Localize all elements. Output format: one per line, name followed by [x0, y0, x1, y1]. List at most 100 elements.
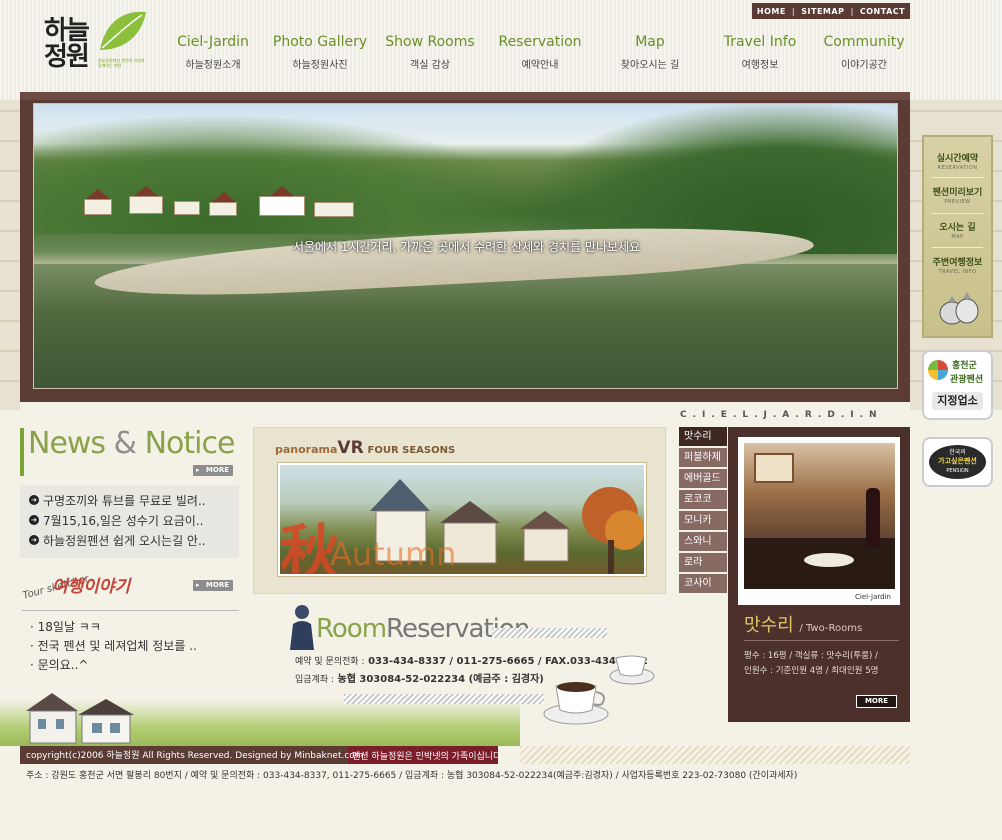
room-list: 맛수리 퍼블하제 에버골드 로코코 모니카 스와니 로라 코사이	[679, 427, 727, 595]
room-item-evergold[interactable]: 에버골드	[679, 469, 727, 488]
banner-frame-top	[20, 92, 910, 100]
banner-roof	[86, 189, 110, 199]
room-name: 맛수리 / Two-Rooms	[744, 611, 862, 637]
reservation-account: 입금계좌 : 농협 303084-52-022234 (예금주 : 김경자)	[295, 670, 544, 685]
list-item[interactable]: 18일날 ㅋㅋ	[30, 618, 197, 637]
room-item-cosy[interactable]: 코사이	[679, 574, 727, 593]
list-item[interactable]: 문의요..^	[30, 656, 197, 675]
badge-text: 관광펜션	[950, 375, 984, 385]
flower-icon	[928, 360, 948, 380]
room-item-laura[interactable]: 로라	[679, 553, 727, 572]
nav-label-ko: 여행정보	[741, 60, 779, 71]
badge-text: 홍천군	[952, 361, 977, 371]
badge-text: 가고싶은펜션	[938, 457, 977, 465]
quick-divider	[932, 247, 983, 248]
news-item-text: 하늘정원펜션 쉽게 오시는길 안..	[43, 533, 206, 548]
nav-item-travel-info[interactable]: Travel Info 여행정보	[705, 34, 815, 71]
arrow-right-icon: ➔	[29, 495, 39, 505]
list-item[interactable]: 전국 펜션 및 레져업체 정보를 ..	[30, 637, 197, 656]
tour-list: 18일날 ㅋㅋ 전국 펜션 및 레져업체 정보를 .. 문의요..^	[30, 618, 197, 675]
nav-label-ko: 이야기공간	[841, 60, 887, 71]
quick-label: 주변여행정보	[932, 258, 983, 268]
quick-item-travel-info[interactable]: 주변여행정보 TRAVEL INFO	[924, 255, 991, 275]
site-logo[interactable]: 하늘정원 하늘정원펜션 천연의 자연과 함께하는 펜션	[40, 10, 160, 85]
home-link[interactable]: HOME	[757, 7, 786, 16]
banner-roof	[134, 186, 158, 196]
footer-stripe	[520, 746, 910, 764]
news-item-text: 구명조끼와 튜브를 무료로 빌려..	[43, 493, 206, 508]
badge-text: 지정업소	[932, 392, 983, 410]
quick-item-preview[interactable]: 펜션미리보기 PREVIEW	[924, 185, 991, 205]
nav-label-en: Reservation	[498, 34, 582, 50]
nav-item-community[interactable]: Community 이야기공간	[809, 34, 919, 71]
banner-house	[174, 201, 200, 215]
address-text: 주소 : 강원도 홍천군 서면 팔봉리 80번지 / 예약 및 문의전화 : 0…	[26, 771, 798, 781]
tour-more-button[interactable]: MORE	[193, 580, 233, 591]
best-pension-badge[interactable]: 한국의 가고싶은펜션 PENSION	[922, 437, 993, 487]
autumn-tree	[582, 487, 644, 574]
list-item[interactable]: ➔ 하늘정원펜션 쉽게 오시는길 안..	[29, 530, 239, 550]
sitemap-link[interactable]: SITEMAP	[801, 7, 844, 16]
room-info-line: 평수 : 16평 / 객실류 : 맛수리(투룸) /	[744, 651, 878, 661]
quick-label-en: PREVIEW	[944, 199, 971, 205]
nav-item-photo-gallery[interactable]: Photo Gallery 하늘정원사진	[265, 34, 375, 71]
banner-house	[259, 196, 305, 216]
room-window	[754, 453, 794, 483]
list-item[interactable]: ➔ 구명조끼와 튜브를 무료로 빌려..	[29, 490, 239, 510]
room-name-text: 맛수리	[744, 615, 794, 636]
panorama-label: panorama	[275, 443, 338, 456]
quick-label-en: TRAVEL INFO	[938, 269, 977, 275]
banner-house	[209, 202, 237, 216]
news-more-button[interactable]: MORE	[193, 465, 233, 476]
util-separator: |	[791, 6, 796, 16]
room-item-massuri[interactable]: 맛수리	[679, 427, 727, 446]
room-item-swani[interactable]: 스와니	[679, 532, 727, 551]
footer-tag-text: 펜션 하늘정원은 민박넷의 가족이십니다.	[352, 752, 505, 762]
nav-label-en: Travel Info	[723, 34, 797, 50]
news-title-b: Notice	[144, 426, 236, 461]
tour-divider	[22, 610, 239, 611]
tour-title: 여행이야기	[52, 577, 131, 597]
wine-bottle	[866, 488, 880, 548]
room-photo-caption: Ciel-Jardin	[855, 593, 891, 601]
news-item-text: 7월15,16,일은 성수기 요금이..	[43, 513, 204, 528]
banner-caption: 서울에서 1시간거리, 가까운 곳에서 수려한 산세와 경치를 만나보세요	[292, 240, 641, 254]
person-icon	[290, 605, 314, 650]
quick-label-en: MAP	[951, 234, 964, 240]
account-label: 입금계좌 :	[295, 675, 335, 685]
nav-item-map[interactable]: Map 찾아오시는 길	[595, 34, 705, 71]
utility-bar: HOME | SITEMAP | CONTACT	[752, 3, 910, 19]
news-title: News & Notice	[28, 426, 236, 461]
nav-label-en: Community	[823, 34, 905, 50]
nav-label-ko: 객실 감상	[410, 60, 450, 71]
copyright-text: copyright(c)2006 하늘정원 All Rights Reserve…	[26, 751, 367, 761]
room-item-rococo[interactable]: 로코코	[679, 490, 727, 509]
list-item[interactable]: ➔ 7월15,16,일은 성수기 요금이..	[29, 510, 239, 530]
nav-label-en: Show Rooms	[385, 34, 475, 50]
room-more-button[interactable]: MORE	[856, 695, 897, 708]
nav-item-show-rooms[interactable]: Show Rooms 객실 감상	[375, 34, 485, 71]
hongcheon-badge[interactable]: 홍천군 관광펜션 지정업소	[922, 350, 993, 420]
quick-item-reservation[interactable]: 실시간예약 RESERVATION	[924, 151, 991, 171]
contact-link[interactable]: CONTACT	[860, 7, 905, 16]
badge-text: PENSION	[946, 468, 969, 474]
season-word: Autumn	[330, 535, 457, 573]
badge-text: 한국의	[949, 449, 966, 456]
nav-item-ciel-jardin[interactable]: Ciel-Jardin 하늘정원소개	[158, 34, 268, 71]
nav-label-en: Ciel-Jardin	[177, 34, 249, 50]
room-item-purple[interactable]: 퍼블하제	[679, 448, 727, 467]
panorama-photo[interactable]: 秋 Autumn	[277, 462, 647, 577]
banner-house	[129, 196, 163, 214]
quick-label-en: RESERVATION	[937, 165, 978, 171]
quick-item-map[interactable]: 오시는 길 MAP	[924, 220, 991, 240]
room-item-monica[interactable]: 모니카	[679, 511, 727, 530]
banner-roof	[270, 186, 294, 196]
quick-label: 오시는 길	[939, 223, 976, 233]
logo-text: 하늘정원	[44, 16, 90, 72]
room-photo[interactable]	[744, 443, 895, 589]
banner-house	[84, 199, 112, 215]
banner-roof	[212, 192, 236, 202]
banner-hill-left	[34, 114, 554, 234]
news-title-amp: &	[113, 426, 137, 461]
nav-item-reservation[interactable]: Reservation 예약안내	[485, 34, 595, 71]
